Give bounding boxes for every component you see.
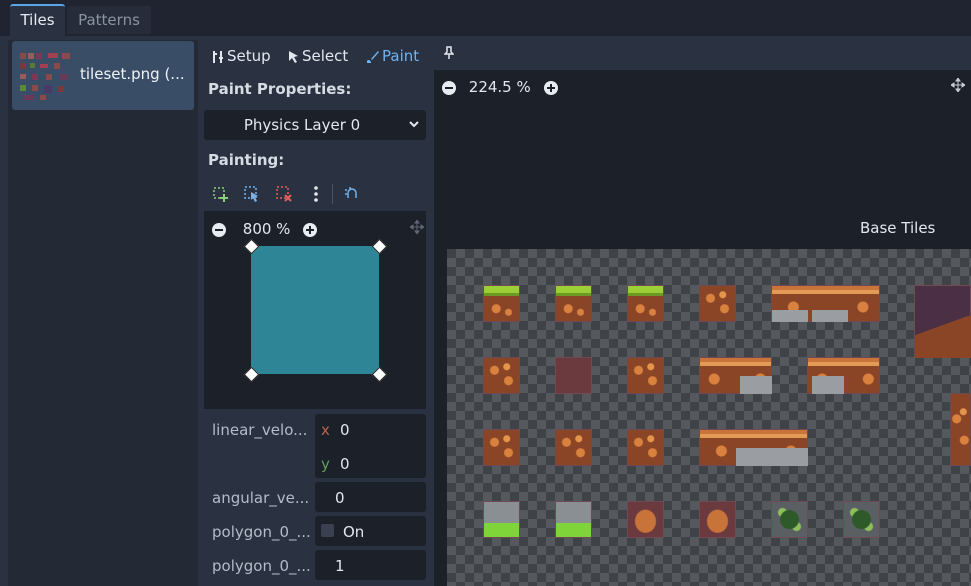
zoom-out-icon[interactable] — [212, 222, 226, 237]
linear-velocity-field[interactable]: x 0 y 0 — [315, 414, 426, 478]
linear-velocity-x[interactable]: 0 — [340, 421, 350, 439]
property-polygon-margin: polygon_0_... 1 — [204, 550, 426, 580]
property-linear-velocity: linear_velo... x 0 y 0 — [204, 414, 426, 478]
atlas-tile[interactable] — [699, 429, 808, 466]
canvas-zoom-level: 224.5 % — [468, 78, 531, 96]
zoom-out-icon[interactable] — [442, 80, 456, 95]
tileset-thumbnail — [18, 50, 74, 102]
chevron-down-icon — [409, 121, 419, 128]
tab-patterns[interactable]: Patterns — [67, 6, 151, 34]
base-tiles-label: Base Tiles — [860, 219, 936, 237]
atlas-tile[interactable] — [483, 285, 520, 322]
atlas-tile[interactable] — [627, 285, 664, 322]
setup-label: Setup — [227, 47, 271, 65]
dropdown-value: Physics Layer 0 — [243, 116, 361, 134]
atlas-tile[interactable] — [771, 285, 880, 322]
atlas-tile[interactable] — [555, 357, 592, 394]
collision-polygon[interactable] — [251, 246, 379, 374]
atlas-tile[interactable] — [843, 501, 880, 538]
zoom-in-icon[interactable] — [303, 222, 318, 237]
polygon-zoom-level: 800 % — [242, 220, 291, 238]
paint-button[interactable]: Paint — [366, 44, 419, 68]
delete-polygon-icon[interactable] — [274, 184, 294, 204]
more-options-icon[interactable] — [306, 184, 326, 204]
add-polygon-icon[interactable] — [210, 184, 230, 204]
atlas-tile[interactable] — [699, 357, 772, 394]
atlas-tile[interactable] — [483, 501, 520, 538]
x-axis-label: x — [321, 421, 330, 439]
atlas-tile[interactable] — [807, 357, 880, 394]
polygon-margin-field[interactable]: 1 — [315, 550, 426, 580]
angular-velocity-value[interactable]: 0 — [335, 489, 345, 507]
tab-bar: Tiles Patterns — [0, 0, 971, 36]
atlas-tile[interactable] — [699, 285, 736, 322]
canvas-zoom-controls: 224.5 % — [442, 78, 558, 96]
atlas-tile[interactable] — [483, 429, 520, 466]
paint-label: Paint — [382, 47, 420, 65]
atlas-tile[interactable] — [627, 429, 664, 466]
checkbox[interactable] — [321, 524, 334, 537]
atlas-tile[interactable] — [950, 393, 971, 466]
pan-icon[interactable] — [410, 220, 424, 234]
setup-button[interactable]: Setup — [211, 44, 271, 68]
tab-tiles[interactable]: Tiles — [10, 4, 65, 36]
angular-velocity-field[interactable]: 0 — [315, 482, 426, 512]
tileset-list — [8, 40, 198, 586]
atlas-tile[interactable] — [555, 429, 592, 466]
toolbar-divider — [332, 184, 333, 204]
property-angular-velocity: angular_ve... 0 — [204, 482, 426, 512]
painting-title: Painting: — [208, 151, 285, 169]
pin-icon[interactable] — [444, 46, 454, 60]
y-axis-label: y — [321, 455, 330, 473]
property-polygon-one-way: polygon_0_... On — [204, 516, 426, 546]
atlas-tile[interactable] — [627, 501, 664, 538]
tools-icon — [213, 50, 223, 63]
physics-layer-dropdown[interactable]: Physics Layer 0 — [204, 110, 426, 140]
linear-velocity-y[interactable]: 0 — [340, 455, 350, 473]
select-button[interactable]: Select — [288, 44, 348, 68]
zoom-in-icon[interactable] — [543, 80, 558, 95]
property-label: polygon_0_... — [212, 523, 311, 541]
cursor-icon — [289, 50, 298, 63]
atlas-tile[interactable] — [555, 501, 592, 538]
select-label: Select — [302, 47, 349, 65]
polygon-zoom-controls: 800 % — [212, 220, 318, 238]
paint-properties-title: Paint Properties: — [208, 80, 352, 98]
checkbox-label: On — [343, 523, 365, 541]
property-label: polygon_0_... — [212, 557, 311, 575]
tileset-name: tileset.png (... — [80, 65, 185, 83]
atlas-tile[interactable] — [699, 501, 736, 538]
atlas-tile[interactable] — [914, 285, 971, 358]
atlas-tile[interactable] — [771, 501, 808, 538]
atlas-tile[interactable] — [555, 285, 592, 322]
edit-polygon-icon[interactable] — [242, 184, 262, 204]
property-label: angular_ve... — [212, 489, 310, 507]
property-label: linear_velo... — [212, 421, 308, 439]
one-way-checkbox-field[interactable]: On — [315, 516, 426, 546]
atlas-tile[interactable] — [483, 357, 520, 394]
snap-icon[interactable] — [342, 184, 362, 204]
tileset-item[interactable]: tileset.png (... — [12, 41, 194, 110]
pan-icon[interactable] — [951, 78, 965, 92]
atlas-tile[interactable] — [627, 357, 664, 394]
brush-icon — [367, 50, 379, 63]
polygon-margin-value[interactable]: 1 — [335, 557, 345, 575]
